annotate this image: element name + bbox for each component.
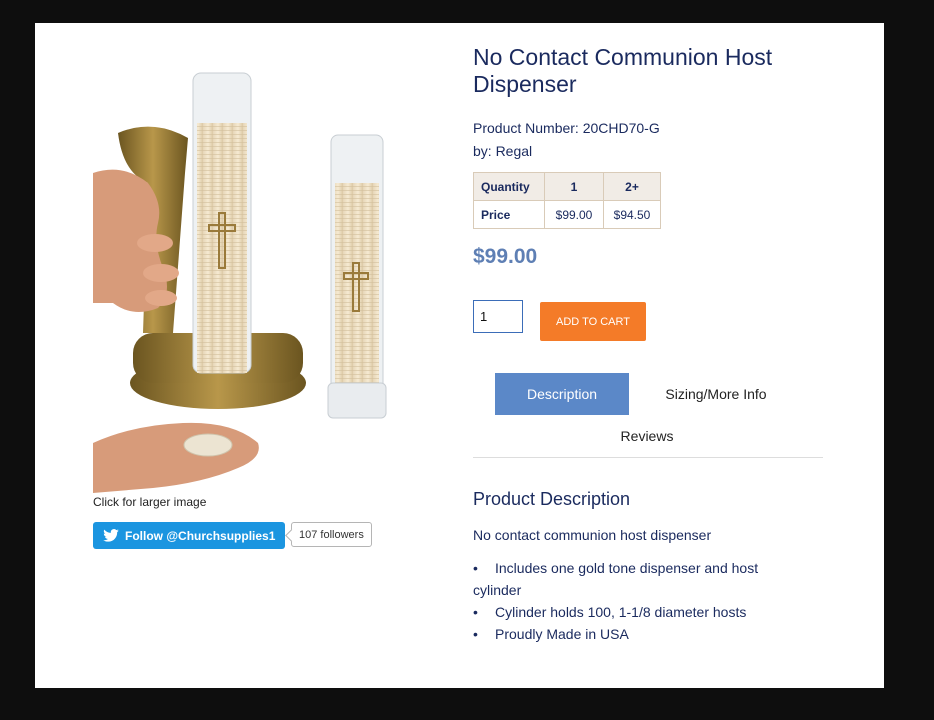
- list-item: • Proudly Made in USA: [473, 626, 629, 642]
- table-row: Price $99.00 $94.50: [473, 200, 661, 229]
- tab-reviews[interactable]: Reviews: [580, 425, 714, 447]
- tab-divider: [473, 457, 823, 458]
- product-number: Product Number: 20CHD70-G: [473, 120, 660, 136]
- followers-count[interactable]: 107 followers: [291, 522, 372, 547]
- table-cell: 2+: [603, 172, 661, 201]
- feature-text: Cylinder holds 100, 1-1/8 diameter hosts: [495, 604, 747, 620]
- tab-description[interactable]: Description: [495, 373, 629, 415]
- product-page: Click for larger image Follow @Churchsup…: [35, 23, 884, 688]
- product-brand[interactable]: by: Regal: [473, 143, 532, 159]
- tab-sizing-more-info[interactable]: Sizing/More Info: [649, 373, 783, 415]
- feature-list: • Includes one gold tone dispenser and ho…: [473, 557, 783, 645]
- twitter-bird-icon: [103, 529, 119, 542]
- image-caption[interactable]: Click for larger image: [93, 495, 206, 509]
- table-cell: Quantity: [473, 172, 545, 201]
- product-image[interactable]: [93, 63, 433, 493]
- quantity-input[interactable]: [473, 300, 523, 333]
- feature-text: Proudly Made in USA: [495, 626, 629, 642]
- table-cell: Price: [473, 200, 545, 229]
- product-description-text: No contact communion host dispenser: [473, 527, 712, 543]
- table-cell: $94.50: [603, 200, 661, 229]
- list-item: • Includes one gold tone dispenser and ho…: [473, 560, 759, 598]
- table-row: Quantity 1 2+: [473, 172, 661, 201]
- product-description-heading: Product Description: [473, 489, 631, 509]
- list-item: • Cylinder holds 100, 1-1/8 diameter host…: [473, 604, 747, 620]
- quantity-price-table: Quantity 1 2+ Price $99.00 $94.50: [473, 172, 661, 229]
- table-cell: 1: [544, 172, 604, 201]
- product-price: $99.00: [473, 245, 538, 268]
- communion-host: [183, 433, 233, 457]
- open-palm: [93, 422, 259, 493]
- table-cell: $99.00: [544, 200, 604, 229]
- feature-text: Includes one gold tone dispenser and hos…: [473, 560, 759, 598]
- add-to-cart-button[interactable]: ADD TO CART: [540, 302, 646, 341]
- product-title: No Contact Communion Host Dispenser: [473, 44, 773, 97]
- twitter-follow-label: Follow @Churchsupplies1: [125, 528, 276, 543]
- twitter-follow-button[interactable]: Follow @Churchsupplies1: [93, 522, 285, 549]
